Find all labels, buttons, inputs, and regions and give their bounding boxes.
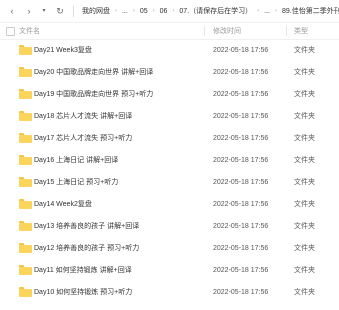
file-row[interactable]: Day15 上海日记 预习+听力 2022-05-18 17:56 文件夹 — [0, 171, 339, 193]
chevron-right-icon: › — [152, 8, 155, 14]
toolbar: ‹ › ▾ ↻ 我的网盘 › ... › 05 › 06 › 07.（请保存后在… — [0, 0, 339, 22]
file-name[interactable]: Day15 上海日记 预习+听力 — [34, 177, 118, 187]
file-type: 文件夹 — [294, 157, 315, 164]
file-type: 文件夹 — [294, 135, 315, 142]
file-type: 文件夹 — [294, 179, 315, 186]
file-type: 文件夹 — [294, 69, 315, 76]
file-name[interactable]: Day10 如何坚持锻炼 预习+听力 — [34, 287, 132, 297]
file-modified-time: 2022-05-18 17:56 — [213, 244, 269, 252]
breadcrumb-item[interactable]: 05 — [140, 8, 148, 15]
file-name[interactable]: Day17 芯片人才流失 预习+听力 — [34, 133, 132, 143]
file-modified-time: 2022-05-18 17:56 — [213, 222, 269, 230]
file-modified-time: 2022-05-18 17:56 — [213, 178, 269, 186]
file-browser-window: ‹ › ▾ ↻ 我的网盘 › ... › 05 › 06 › 07.（请保存后在… — [0, 0, 339, 310]
file-type: 文件夹 — [294, 201, 315, 208]
file-name[interactable]: Day18 芯片人才流失 讲解+回译 — [34, 111, 132, 121]
chevron-right-icon: › — [274, 8, 277, 14]
folder-icon — [19, 243, 32, 253]
file-modified-time: 2022-05-18 17:56 — [213, 134, 269, 142]
breadcrumb-item[interactable]: 07.（请保存后在学习） — [179, 6, 252, 16]
column-divider[interactable] — [286, 26, 287, 36]
folder-icon — [19, 67, 32, 77]
column-header-name[interactable]: 文件名 — [19, 26, 40, 36]
file-name[interactable]: Day12 培养善良的孩子 预习+听力 — [34, 243, 139, 253]
file-type: 文件夹 — [294, 245, 315, 252]
file-row[interactable]: Day11 如何坚持锻炼 讲解+回译 2022-05-18 17:56 文件夹 — [0, 259, 339, 281]
file-row[interactable]: Day17 芯片人才流失 预习+听力 2022-05-18 17:56 文件夹 — [0, 127, 339, 149]
file-modified-time: 2022-05-18 17:56 — [213, 68, 269, 76]
file-row[interactable]: Day10 如何坚持锻炼 预习+听力 2022-05-18 17:56 文件夹 — [0, 281, 339, 303]
chevron-right-icon[interactable]: › — [24, 5, 34, 17]
file-type: 文件夹 — [294, 223, 315, 230]
file-modified-time: 2022-05-18 17:56 — [213, 90, 269, 98]
file-row[interactable]: Day18 芯片人才流失 讲解+回译 2022-05-18 17:56 文件夹 — [0, 105, 339, 127]
file-type: 文件夹 — [294, 113, 315, 120]
folder-icon — [19, 133, 32, 143]
file-type: 文件夹 — [294, 47, 315, 54]
column-header-modified[interactable]: 修改时间 — [213, 26, 241, 36]
file-row[interactable]: Day20 中国歌品牌走向世界 讲解+回译 2022-05-18 17:56 文件夹 — [0, 61, 339, 83]
breadcrumb-item[interactable]: ... — [264, 8, 270, 15]
chevron-right-icon: › — [114, 8, 117, 14]
file-modified-time: 2022-05-18 17:56 — [213, 266, 269, 274]
chevron-right-icon: › — [132, 8, 135, 14]
breadcrumb-current[interactable]: 89.佳怡第二季外刊营 — [282, 6, 339, 16]
file-modified-time: 2022-05-18 17:56 — [213, 46, 269, 54]
chevron-right-icon: › — [172, 8, 175, 14]
folder-icon — [19, 287, 32, 297]
folder-icon — [19, 199, 32, 209]
refresh-icon[interactable]: ↻ — [55, 5, 65, 17]
file-name[interactable]: Day19 中国歌品牌走向世界 预习+听力 — [34, 89, 153, 99]
file-modified-time: 2022-05-18 17:56 — [213, 288, 269, 296]
select-all-checkbox[interactable] — [6, 26, 15, 36]
file-name[interactable]: Day21 Week3复盘 — [34, 45, 92, 55]
breadcrumb-item[interactable]: 我的网盘 — [82, 6, 110, 16]
file-type: 文件夹 — [294, 91, 315, 98]
file-type: 文件夹 — [294, 267, 315, 274]
file-name[interactable]: Day16 上海日记 讲解+回译 — [34, 155, 118, 165]
folder-icon — [19, 45, 32, 55]
chevron-down-icon[interactable]: ▾ — [39, 5, 49, 17]
file-type: 文件夹 — [294, 289, 315, 296]
breadcrumb: 我的网盘 › ... › 05 › 06 › 07.（请保存后在学习） › ..… — [82, 6, 339, 16]
file-name[interactable]: Day11 如何坚持锻炼 讲解+回译 — [34, 265, 132, 275]
folder-icon — [19, 265, 32, 275]
folder-icon — [19, 177, 32, 187]
folder-icon — [19, 221, 32, 231]
file-row[interactable]: Day19 中国歌品牌走向世界 预习+听力 2022-05-18 17:56 文件夹 — [0, 83, 339, 105]
toolbar-divider — [73, 5, 74, 17]
file-name[interactable]: Day14 Week2复盘 — [34, 199, 92, 209]
file-row[interactable]: Day14 Week2复盘 2022-05-18 17:56 文件夹 — [0, 193, 339, 215]
column-header-type[interactable]: 类型 — [294, 26, 308, 36]
file-row[interactable]: Day16 上海日记 讲解+回译 2022-05-18 17:56 文件夹 — [0, 149, 339, 171]
file-row[interactable]: Day21 Week3复盘 2022-05-18 17:56 文件夹 — [0, 39, 339, 61]
file-list: Day21 Week3复盘 2022-05-18 17:56 文件夹 Day20 中国… — [0, 39, 339, 303]
file-row[interactable]: Day13 培养善良的孩子 讲解+回译 2022-05-18 17:56 文件夹 — [0, 215, 339, 237]
file-modified-time: 2022-05-18 17:56 — [213, 156, 269, 164]
file-modified-time: 2022-05-18 17:56 — [213, 200, 269, 208]
breadcrumb-item[interactable]: 06 — [160, 8, 168, 15]
file-modified-time: 2022-05-18 17:56 — [213, 112, 269, 120]
column-header-row: 文件名 修改时间 类型 — [0, 22, 339, 40]
chevron-right-icon: › — [257, 8, 260, 14]
folder-icon — [19, 89, 32, 99]
file-name[interactable]: Day13 培养善良的孩子 讲解+回译 — [34, 221, 139, 231]
folder-icon — [19, 155, 32, 165]
breadcrumb-item[interactable]: ... — [122, 8, 128, 15]
column-divider[interactable] — [204, 26, 205, 36]
folder-icon — [19, 111, 32, 121]
file-name[interactable]: Day20 中国歌品牌走向世界 讲解+回译 — [34, 67, 153, 77]
chevron-left-icon[interactable]: ‹ — [7, 5, 17, 17]
file-row[interactable]: Day12 培养善良的孩子 预习+听力 2022-05-18 17:56 文件夹 — [0, 237, 339, 259]
